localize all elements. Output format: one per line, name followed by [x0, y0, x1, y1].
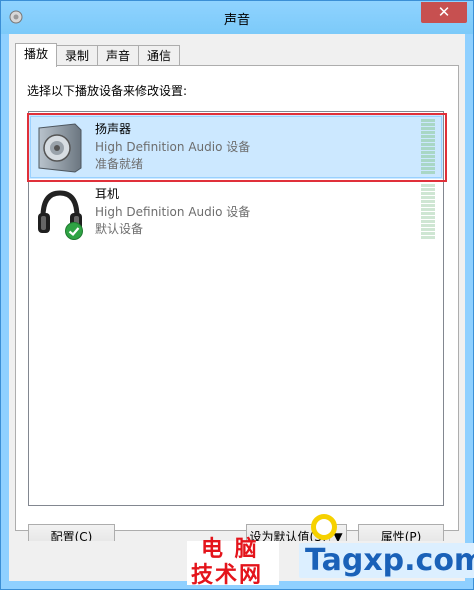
volume-meter: [421, 119, 435, 175]
watermark-cn-line2: 技术网: [191, 563, 264, 588]
tab-recording[interactable]: 录制: [56, 45, 99, 67]
green-check-icon: [65, 222, 83, 240]
close-button[interactable]: ✕: [421, 2, 467, 23]
speaker-icon: [38, 123, 82, 173]
instruction-text: 选择以下播放设备来修改设置:: [27, 84, 188, 98]
device-description: High Definition Audio 设备: [95, 140, 251, 154]
device-name: 耳机: [95, 187, 120, 201]
playback-panel: 选择以下播放设备来修改设置: 扬声器 High Definition Audio…: [15, 65, 459, 550]
device-headphones[interactable]: 耳机 High Definition Audio 设备 默认设备: [29, 180, 443, 244]
device-list[interactable]: 扬声器 High Definition Audio 设备 准备就绪 耳机 Hig…: [27, 111, 447, 506]
device-name: 扬声器: [95, 122, 132, 136]
device-status: 准备就绪: [95, 157, 144, 171]
device-description: High Definition Audio 设备: [95, 205, 251, 219]
tab-strip: 播放 录制 声音 通信: [15, 43, 181, 67]
tab-playback[interactable]: 播放: [15, 43, 58, 67]
tab-sounds[interactable]: 声音: [97, 45, 140, 67]
tab-communications[interactable]: 通信: [138, 45, 181, 67]
sound-dialog: 声音 ✕ 播放 录制 声音 通信 选择以下播放设备来修改设置: 扬声器 High…: [0, 0, 474, 590]
dialog-client: 播放 录制 声音 通信 选择以下播放设备来修改设置: 扬声器 High Defi…: [9, 34, 465, 581]
watermark: 电 脑 技术网 Tagxp.com: [187, 531, 474, 588]
title-bar[interactable]: 声音 ✕: [1, 1, 473, 34]
watermark-en: Tagxp.com: [299, 543, 474, 578]
device-speaker[interactable]: 扬声器 High Definition Audio 设备 准备就绪: [27, 113, 447, 182]
window-title: 声音: [223, 13, 250, 28]
volume-meter: [421, 184, 435, 240]
device-status: 默认设备: [95, 222, 144, 236]
